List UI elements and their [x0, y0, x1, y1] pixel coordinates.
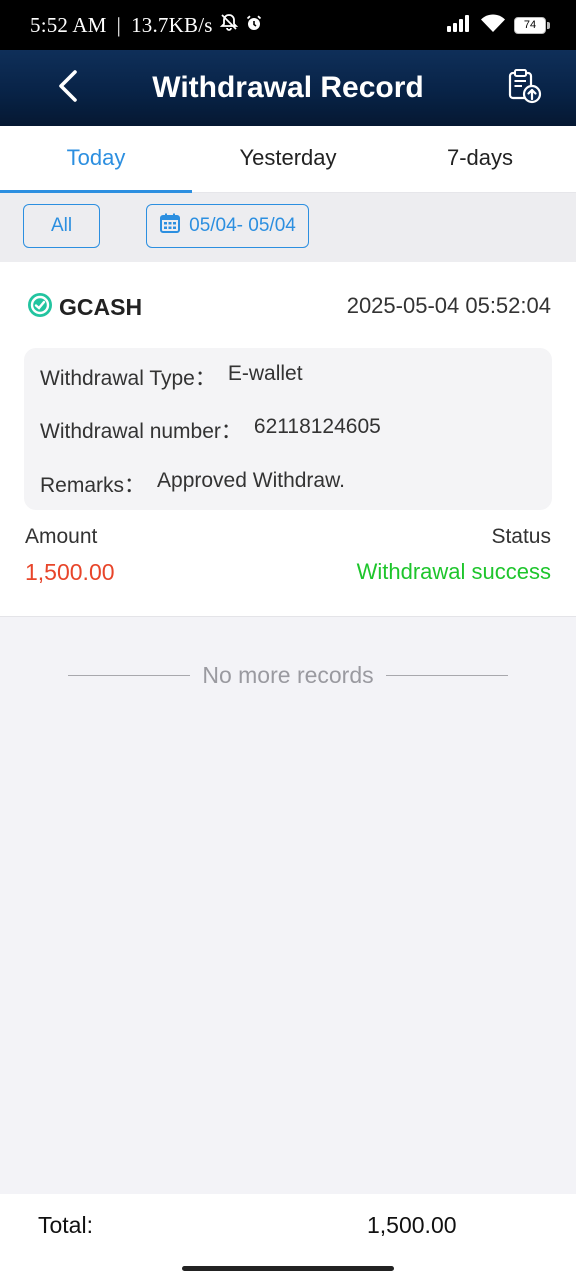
withdrawal-type-label: Withdrawal Type： [40, 367, 216, 390]
tab-today[interactable]: Today [0, 126, 192, 193]
total-footer: Total: 1,500.00 [0, 1194, 576, 1280]
record-timestamp: 2025-05-04 05:52:04 [346, 293, 551, 318]
signal-icon [446, 14, 472, 37]
network-speed: 13.7KB/s [131, 12, 213, 37]
divider-left [68, 674, 191, 676]
tab-yesterday[interactable]: Yesterday [192, 126, 384, 192]
date-range-button[interactable]: 05/04- 05/04 [146, 204, 309, 248]
calendar-icon [159, 212, 181, 240]
withdrawal-record-card[interactable]: GCASH 2025-05-04 05:52:04 Withdrawal Typ… [0, 262, 576, 617]
remarks-row: Remarks： Approved Withdraw. [40, 469, 345, 499]
battery-icon: 74 [514, 16, 550, 34]
date-range-label: 05/04- 05/04 [189, 215, 296, 236]
back-button[interactable] [48, 68, 88, 108]
filter-bar: All 05/04- 05/04 [0, 193, 576, 262]
withdrawal-type-value: E-wallet [227, 362, 303, 385]
mute-bell-icon [219, 12, 239, 38]
withdrawal-number-label: Withdrawal number： [40, 420, 242, 443]
gcash-logo-icon [27, 292, 53, 323]
status-separator: | [116, 12, 122, 37]
status-right: 74 [446, 0, 550, 50]
home-indicator[interactable] [182, 1266, 394, 1271]
status-value: Withdrawal success [356, 559, 551, 584]
payment-method-name: GCASH [59, 294, 143, 320]
app-header: Withdrawal Record [0, 50, 576, 126]
alarm-icon [245, 13, 263, 38]
total-label: Total: [38, 1212, 93, 1238]
no-more-records-text: No more records [202, 661, 374, 688]
withdrawal-type-row: Withdrawal Type： E-wallet [40, 362, 303, 392]
total-value: 1,500.00 [367, 1212, 457, 1238]
tab-7-days[interactable]: 7-days [384, 126, 576, 192]
divider-right [385, 674, 508, 676]
list-end-indicator: No more records [68, 658, 508, 692]
record-details: Withdrawal Type： E-wallet Withdrawal num… [24, 348, 552, 510]
status-label: Status [491, 525, 551, 548]
clipboard-upload-icon [505, 67, 543, 110]
date-tabs: Today Yesterday 7-days [0, 126, 576, 193]
status-time: 5:52 AM [30, 12, 107, 37]
status-left: 5:52 AM | 13.7KB/s [30, 0, 263, 50]
wifi-icon [480, 13, 506, 38]
withdrawal-number-row: Withdrawal number： 62118124605 [40, 415, 381, 445]
payment-method: GCASH [27, 292, 142, 323]
amount-label: Amount [25, 525, 98, 548]
record-history-button[interactable] [502, 66, 546, 110]
remarks-value: Approved Withdraw. [157, 469, 345, 492]
chevron-left-icon [57, 69, 79, 108]
withdrawal-number-value: 62118124605 [253, 415, 381, 438]
filter-all-button[interactable]: All [23, 204, 100, 248]
amount-value: 1,500.00 [25, 559, 115, 585]
status-bar: 5:52 AM | 13.7KB/s 74 [0, 0, 576, 50]
remarks-label: Remarks： [40, 474, 146, 497]
